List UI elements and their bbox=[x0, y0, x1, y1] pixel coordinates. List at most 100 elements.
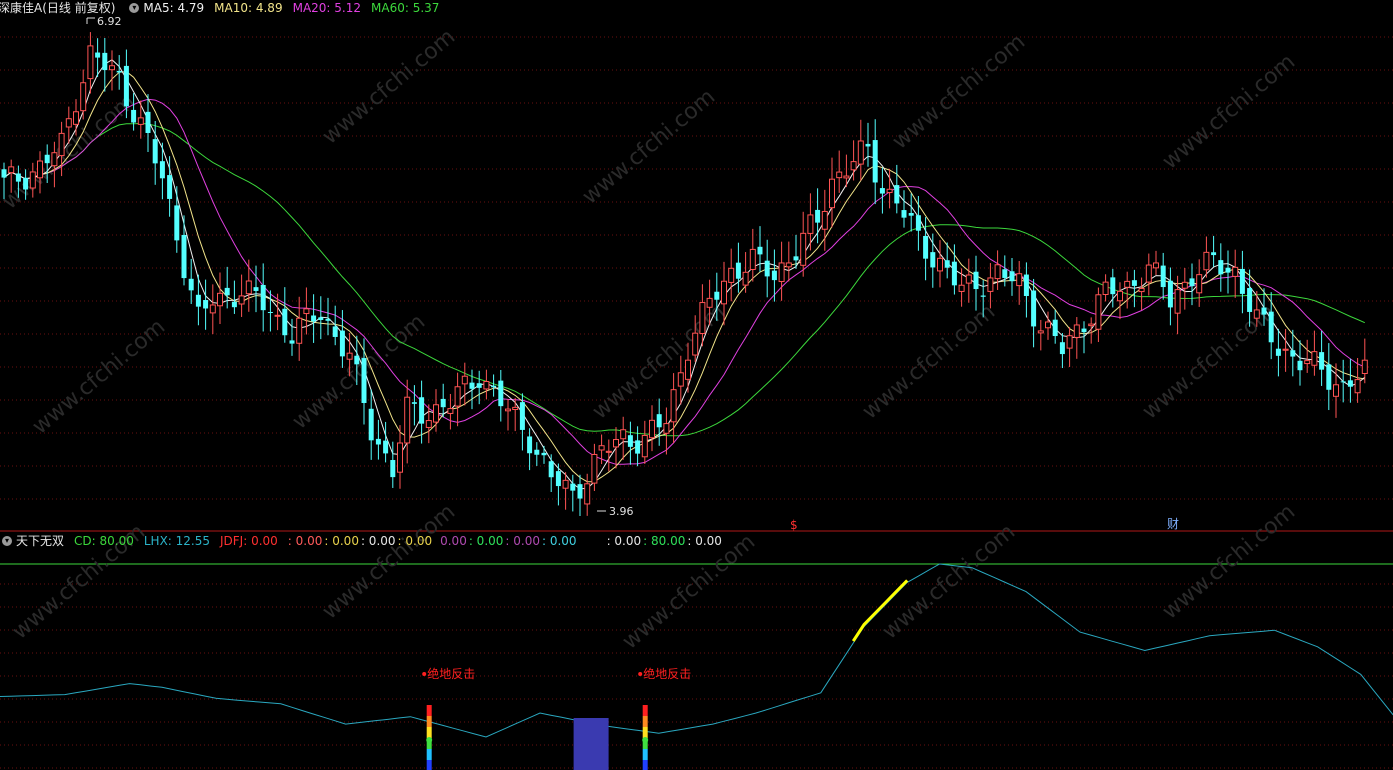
candle-body bbox=[159, 161, 165, 179]
chart-canvas[interactable]: www.cfchi.com www.cfchi.com www.cfchi.com w… bbox=[0, 0, 1393, 770]
candle-body bbox=[699, 302, 706, 334]
indicator-name[interactable]: 天下无双 bbox=[16, 533, 64, 549]
candle-body bbox=[245, 280, 252, 295]
value-4: : 0.00 bbox=[397, 534, 433, 548]
signal-label: 绝地反击 bbox=[643, 666, 691, 681]
candle-body bbox=[1189, 278, 1195, 287]
candle-body bbox=[908, 213, 914, 216]
candle-body bbox=[1311, 351, 1318, 366]
settings-circle-icon[interactable]: ▾ bbox=[129, 3, 140, 13]
high-annotation: 6.92 bbox=[86, 15, 122, 28]
stock-title[interactable]: 深康佳A(日线 前复权) bbox=[0, 0, 115, 16]
value-8: : 0.00 bbox=[541, 534, 577, 548]
candle-body bbox=[51, 152, 58, 167]
candle-body bbox=[1268, 311, 1274, 343]
candle-body bbox=[771, 270, 777, 281]
candle-body bbox=[145, 111, 151, 133]
indicator-menu-icon[interactable]: ▾ bbox=[2, 536, 12, 546]
candle-body bbox=[1, 169, 7, 178]
candle-body bbox=[491, 385, 497, 388]
candle-body bbox=[217, 292, 223, 307]
candle-body bbox=[894, 185, 900, 204]
candle-body bbox=[872, 140, 878, 183]
candle-body bbox=[368, 408, 374, 441]
candle-body bbox=[109, 65, 115, 71]
candle-body bbox=[1333, 384, 1339, 397]
candle-body bbox=[764, 260, 770, 277]
cd-value: CD: 80.00 bbox=[74, 534, 134, 548]
candle-body bbox=[1102, 281, 1109, 295]
candle-body bbox=[1016, 273, 1023, 287]
candle-body bbox=[311, 315, 317, 322]
candle-body bbox=[1138, 287, 1145, 293]
watermark-text: www.cfchi.com bbox=[1158, 49, 1300, 174]
candle-body bbox=[461, 375, 468, 385]
candle-body bbox=[886, 188, 893, 194]
watermark-layer: www.cfchi.com www.cfchi.com www.cfchi.com w… bbox=[0, 24, 1300, 654]
volume-block bbox=[573, 718, 609, 770]
candle-body bbox=[505, 408, 511, 412]
candle-body bbox=[354, 355, 360, 365]
candle-body bbox=[958, 284, 965, 292]
candle-body bbox=[605, 450, 612, 453]
candle-body bbox=[980, 295, 986, 297]
signal-bar-segment bbox=[642, 716, 648, 727]
value-9: : 0.00 bbox=[606, 534, 642, 548]
signal-label: 绝地反击 bbox=[427, 666, 475, 681]
candle-body bbox=[865, 143, 871, 147]
candle-body bbox=[793, 256, 799, 261]
candle-body bbox=[1081, 328, 1087, 333]
candle-body bbox=[1211, 252, 1217, 256]
candle-body bbox=[440, 398, 446, 408]
candle-body bbox=[635, 440, 641, 454]
ma10-value: MA10: 4.89 bbox=[214, 1, 283, 15]
candle-body bbox=[1131, 280, 1137, 286]
candle-body bbox=[95, 52, 101, 58]
candle-body bbox=[15, 173, 21, 182]
candle-body bbox=[548, 461, 554, 478]
signal-bar-segment bbox=[426, 705, 432, 716]
candle-body bbox=[685, 359, 691, 380]
signal-bar-segment bbox=[642, 705, 648, 716]
dollar-marker: $ bbox=[790, 518, 798, 532]
candle-body bbox=[274, 314, 281, 317]
candle-body bbox=[397, 442, 403, 473]
candle-body bbox=[433, 404, 439, 423]
candle-body bbox=[346, 352, 353, 360]
candle-body bbox=[663, 423, 670, 434]
candle-body bbox=[1052, 319, 1058, 337]
candle-body bbox=[1124, 280, 1131, 288]
candle-body bbox=[425, 420, 432, 428]
candle-body bbox=[829, 178, 835, 209]
candle-body bbox=[1117, 290, 1123, 302]
watermark-text: www.cfchi.com bbox=[318, 24, 460, 149]
candle-body bbox=[879, 188, 885, 194]
watermark-text: www.cfchi.com bbox=[878, 519, 1020, 644]
value-11: : 0.00 bbox=[687, 534, 722, 548]
candle-body bbox=[807, 214, 814, 234]
candle-body bbox=[1009, 271, 1015, 282]
candle-body bbox=[836, 171, 843, 179]
candle-body bbox=[238, 295, 245, 305]
value-1: : 0.00 bbox=[287, 534, 323, 548]
ma60-value: MA60: 5.37 bbox=[371, 1, 440, 15]
candle-body bbox=[1196, 274, 1203, 294]
candle-body bbox=[1253, 309, 1260, 319]
candle-body bbox=[584, 483, 591, 505]
candle-body bbox=[383, 440, 389, 454]
candle-body bbox=[923, 235, 929, 259]
candle-body bbox=[476, 383, 482, 388]
candle-body bbox=[1232, 266, 1239, 277]
signal-bullet-icon bbox=[638, 672, 643, 676]
candle-body bbox=[994, 264, 1001, 280]
candle-body bbox=[1181, 281, 1188, 289]
candle-body bbox=[1319, 352, 1325, 370]
candle-body bbox=[23, 177, 29, 190]
candle-body bbox=[1239, 268, 1245, 294]
signal-bar-segment bbox=[642, 760, 648, 770]
ma5-value: MA5: 4.79 bbox=[143, 1, 205, 15]
candle-body bbox=[188, 278, 194, 291]
candle-body bbox=[1031, 290, 1037, 327]
cai-marker: 财 bbox=[1167, 517, 1179, 531]
signal-bar-segment bbox=[642, 749, 648, 760]
